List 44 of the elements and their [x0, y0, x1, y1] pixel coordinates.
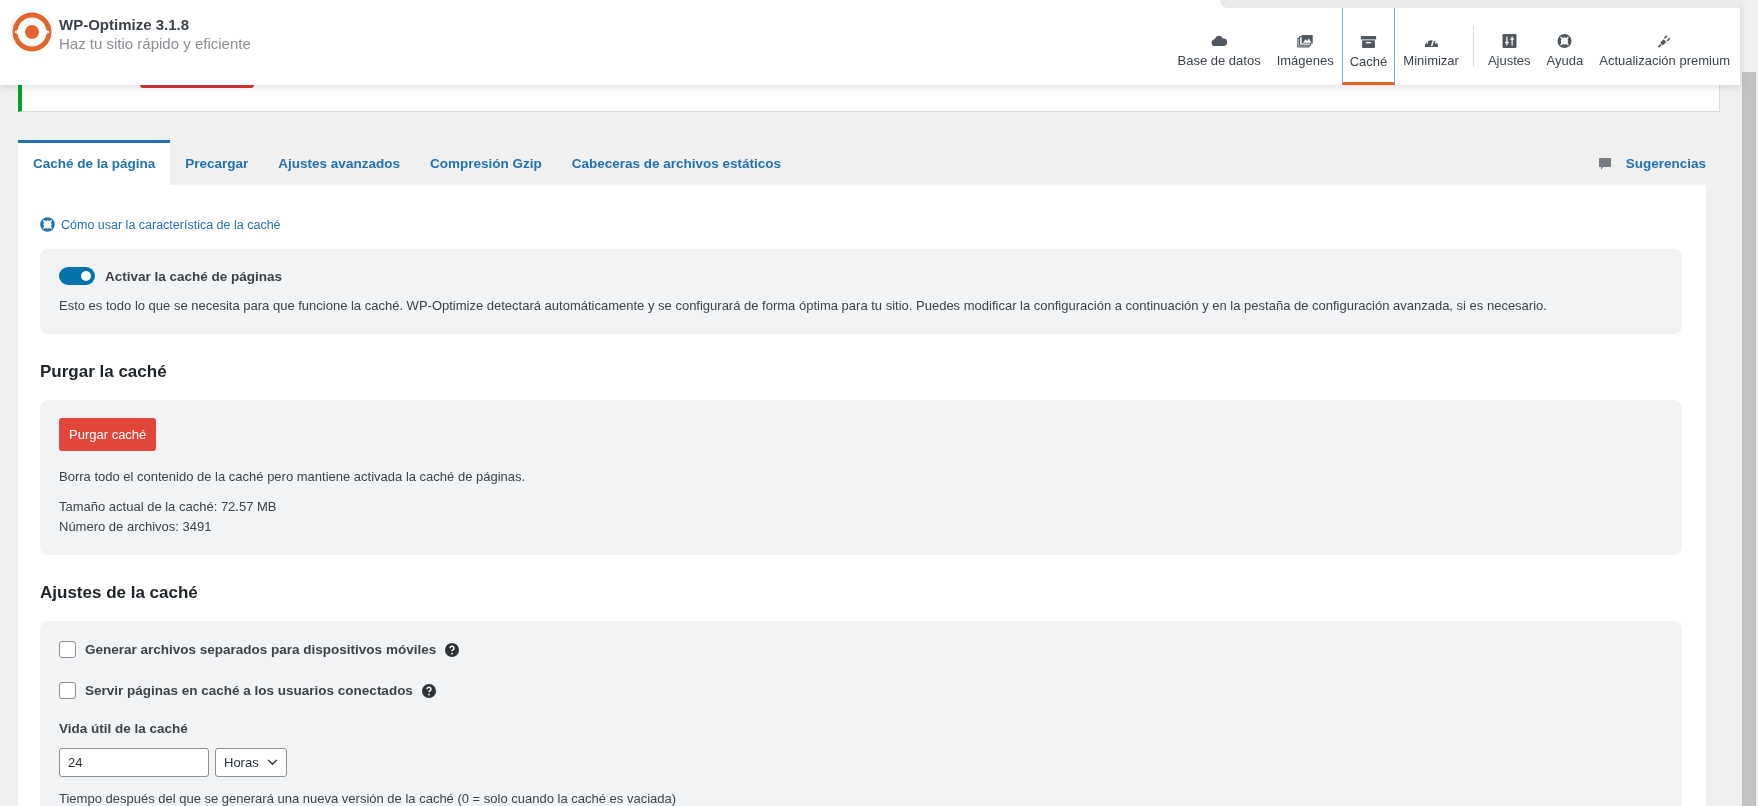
toggle-switch[interactable] — [59, 267, 95, 285]
section-heading: Purgar la caché — [40, 362, 168, 382]
logo-icon — [12, 12, 52, 52]
section-heading: Ajustes de la caché — [40, 583, 199, 603]
images-icon — [1296, 34, 1314, 48]
nav-item[interactable]: Actualización premium — [1591, 8, 1738, 85]
nav-item[interactable]: Minimizar — [1395, 8, 1467, 85]
tab[interactable]: Cabeceras de archivos estáticos — [556, 140, 797, 185]
file-count-text: Número de archivos: 3491 — [59, 518, 213, 536]
speech-bubble-icon — [1597, 156, 1612, 171]
description-text: Borra todo el contenido de la caché pero mantiene activada la caché de páginas. — [59, 468, 527, 486]
tab[interactable]: Precargar — [170, 140, 264, 185]
hint-text: Tiempo después del que se generará una nueva versión de la caché (0 = solo cuando la caché es vaciada) — [59, 790, 678, 806]
toggle-label: Activar la caché de páginas — [105, 268, 283, 284]
unit-dropdown[interactable]: Horas — [215, 748, 287, 777]
lifespan-input[interactable]: 24 — [59, 748, 209, 777]
checkbox[interactable] — [59, 641, 76, 658]
lifebuoy-icon — [1556, 34, 1574, 48]
help-icon[interactable] — [421, 683, 436, 698]
tab[interactable]: Compresión Gzip — [414, 140, 557, 185]
nav-item[interactable]: Ayuda — [1538, 8, 1592, 85]
field-label: Vida útil de la caché — [59, 721, 189, 736]
purge-button[interactable]: Purgar caché — [59, 418, 157, 451]
help-icon[interactable] — [445, 642, 460, 657]
feedback-link[interactable]: Sugerencias — [1625, 156, 1706, 171]
lifebuoy-icon — [40, 217, 55, 232]
checkbox-label: Servir páginas en caché a los usuarios conectados — [85, 683, 413, 698]
cache-size-text: Tamaño actual de la caché: 72.57 MB — [59, 498, 278, 516]
nav-item[interactable]: Imágenes — [1268, 8, 1342, 85]
help-link[interactable]: Cómo usar la característica de la caché — [61, 217, 281, 232]
app-tagline: Haz tu sitio rápido y eficiente — [59, 35, 251, 52]
checkbox[interactable] — [59, 682, 76, 699]
tab[interactable]: Ajustes avanzados — [263, 140, 415, 185]
caret-icon — [266, 759, 278, 766]
nav-item[interactable]: Base de datos — [1169, 8, 1269, 85]
cut-off-button[interactable] — [140, 84, 254, 88]
sliders-icon — [1500, 34, 1518, 48]
archive-icon — [1360, 35, 1377, 49]
cloud-icon — [1210, 34, 1228, 48]
description-text: Esto es todo lo que se necesita para que funcione la caché. WP-Optimize detectará automáticamente y se configurará de forma óptima para tu sitio. Puedes modificar la configuración a continuación y en la pestaña de configuración avanzada, si es necesario. — [59, 297, 1548, 315]
checkbox-label: Generar archivos separados para dispositivos móviles — [85, 642, 437, 657]
app-title: WP-Optimize 3.1.8 — [59, 16, 191, 33]
tab[interactable]: Caché de la página — [18, 140, 171, 185]
nav-item[interactable]: Ajustes — [1479, 8, 1539, 85]
